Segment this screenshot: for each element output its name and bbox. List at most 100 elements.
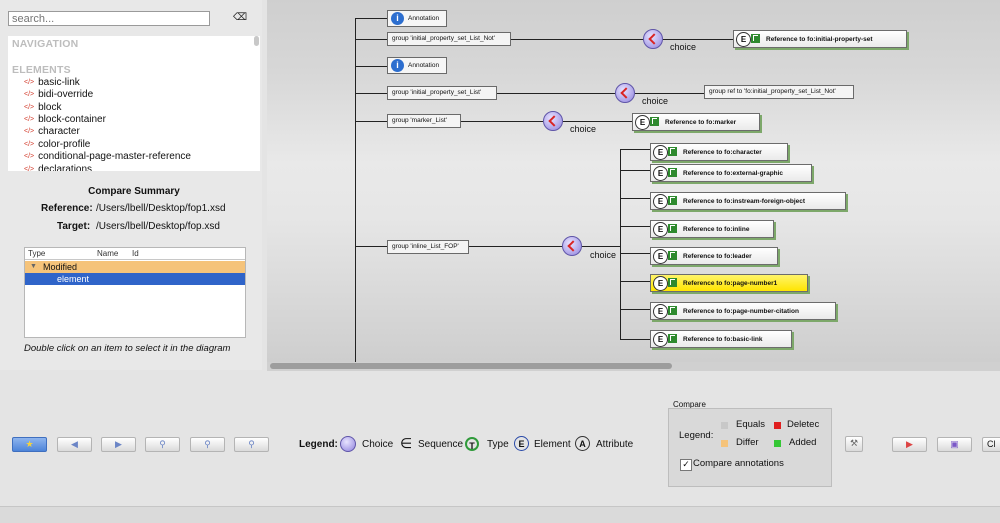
deleted-label: Deletec	[787, 419, 820, 430]
disclosure-triangle-icon[interactable]: ▼	[30, 261, 37, 273]
link-icon	[668, 168, 677, 177]
group-node[interactable]: group 'initial_property_set_List_Not'	[387, 32, 511, 46]
reference-node[interactable]: E Reference to fo:inline	[650, 220, 774, 238]
group-ref-node[interactable]: group ref to 'fo:initial_property_set_Li…	[704, 85, 854, 99]
attribute-icon: A	[575, 436, 590, 451]
element-icon: E	[653, 145, 668, 160]
link-icon	[751, 34, 760, 43]
annotation-node[interactable]: i Annotation	[387, 57, 447, 74]
compare-legend-label: Legend:	[679, 430, 714, 441]
element-tag-icon: </>	[24, 104, 35, 111]
zoom-out-button[interactable]: ⚲	[190, 437, 225, 452]
print-button[interactable]: ▣	[937, 437, 972, 452]
connector-line	[563, 121, 632, 122]
link-icon	[650, 117, 659, 126]
zoom-out-icon: ⚲	[204, 439, 211, 449]
column-header-name[interactable]: Name	[97, 249, 118, 258]
schema-diagram[interactable]: i Annotation i Annotation group 'initial_p…	[267, 0, 1000, 362]
reference-node[interactable]: E Reference to fo:basic-link	[650, 330, 792, 348]
reference-node[interactable]: E Reference to fo:leader	[650, 247, 778, 265]
group-node[interactable]: group 'inline_List_FOP'	[387, 240, 469, 254]
reference-node[interactable]: E Reference to fo:initial-property-set	[733, 30, 907, 48]
group-node[interactable]: group 'initial_property_set_List'	[387, 86, 497, 100]
table-row[interactable]: element	[25, 273, 245, 285]
clear-search-icon[interactable]: ⌫	[233, 12, 247, 24]
connector-line	[620, 339, 650, 340]
compare-tools-button[interactable]: ⚒	[845, 436, 863, 452]
choice-icon	[340, 436, 356, 452]
element-icon: E	[653, 249, 668, 264]
choice-label: choice	[642, 96, 669, 106]
legend-title: Legend:	[299, 439, 338, 450]
nav-item[interactable]: </> bidi-override	[24, 88, 93, 101]
connector-line	[355, 246, 387, 247]
reference-label: Reference:	[41, 203, 93, 214]
connector-line	[663, 39, 733, 40]
print-icon: ▣	[950, 439, 959, 449]
navigation-panel: NAVIGATION ELEMENTS </> basic-link </> bid…	[8, 36, 260, 171]
reference-node-highlighted[interactable]: E Reference to fo:page-number1	[650, 274, 808, 292]
group-node[interactable]: group 'marker_List'	[387, 114, 461, 128]
favorite-button[interactable]: ★	[12, 437, 47, 452]
choice-icon[interactable]	[643, 29, 663, 49]
element-icon: E	[653, 276, 668, 291]
forward-button[interactable]: ▶	[101, 437, 136, 452]
element-tag-icon: </>	[24, 116, 35, 123]
zoom-fit-button[interactable]: ⚲	[234, 437, 269, 452]
elements-heading: ELEMENTS	[12, 64, 71, 76]
tools-icon: ⚒	[849, 438, 859, 448]
reference-node[interactable]: E Reference to fo:character	[650, 143, 788, 161]
reference-node[interactable]: E Reference to fo:instream-foreign-object	[650, 192, 846, 210]
scrollbar-thumb[interactable]	[270, 363, 672, 369]
column-header-id[interactable]: Id	[132, 249, 139, 258]
reference-value: /Users/lbell/Desktop/fop1.xsd	[96, 203, 226, 214]
compare-table[interactable]: Type Name Id ▼ Modified element	[24, 247, 246, 338]
link-icon	[668, 278, 677, 287]
nav-item[interactable]: </> character	[24, 125, 80, 138]
link-icon	[668, 334, 677, 343]
differ-label: Differ	[736, 437, 759, 448]
pdf-export-button[interactable]: ▶	[892, 437, 927, 452]
compare-annotations-checkbox[interactable]: ✓	[680, 459, 692, 471]
table-row[interactable]: ▼ Modified	[25, 261, 245, 273]
legend-choice: Choice	[362, 439, 394, 450]
info-icon: i	[391, 59, 404, 72]
zoom-in-button[interactable]: ⚲	[145, 437, 180, 452]
choice-icon[interactable]	[615, 83, 635, 103]
connector-line	[635, 93, 704, 94]
search-input[interactable]	[8, 11, 210, 26]
element-icon: E	[514, 436, 529, 451]
choice-icon[interactable]	[562, 236, 582, 256]
reference-node[interactable]: E Reference to fo:marker	[632, 113, 760, 131]
arrow-right-icon: ▶	[115, 439, 122, 449]
reference-node[interactable]: E Reference to fo:external-graphic	[650, 164, 812, 182]
column-header-type[interactable]: Type	[28, 249, 45, 258]
link-icon	[668, 224, 677, 233]
choice-icon[interactable]	[543, 111, 563, 131]
legend-sequence: Sequence	[418, 439, 464, 450]
back-button[interactable]: ◀	[57, 437, 92, 452]
row-type: element	[57, 274, 90, 284]
choice-label: choice	[570, 124, 597, 134]
hint-text: Double click on an item to select it in …	[24, 343, 231, 354]
connector-line	[620, 198, 650, 199]
connector-line	[620, 149, 650, 150]
compare-panel: Legend: Equals Deletec Differ Added ✓ Co…	[668, 408, 832, 487]
connector-line	[355, 121, 387, 122]
element-icon: E	[736, 32, 751, 47]
annotation-node[interactable]: i Annotation	[387, 10, 447, 27]
element-icon: E	[653, 166, 668, 181]
added-label: Added	[789, 437, 817, 448]
choice-label: choice	[590, 250, 617, 260]
element-tag-icon: </>	[24, 166, 35, 171]
element-icon: E	[653, 332, 668, 347]
cut-off-button[interactable]: Cl	[982, 437, 1000, 452]
equals-label: Equals	[736, 419, 766, 430]
element-icon: E	[635, 115, 650, 130]
nav-item[interactable]: </> conditional-page-master-reference	[24, 150, 191, 163]
info-icon: i	[391, 12, 404, 25]
compare-annotations-label: Compare annotations	[693, 458, 784, 469]
nav-scrollbar[interactable]	[254, 36, 259, 46]
reference-node[interactable]: E Reference to fo:page-number-citation	[650, 302, 836, 320]
nav-item[interactable]: </> declarations	[24, 163, 92, 171]
